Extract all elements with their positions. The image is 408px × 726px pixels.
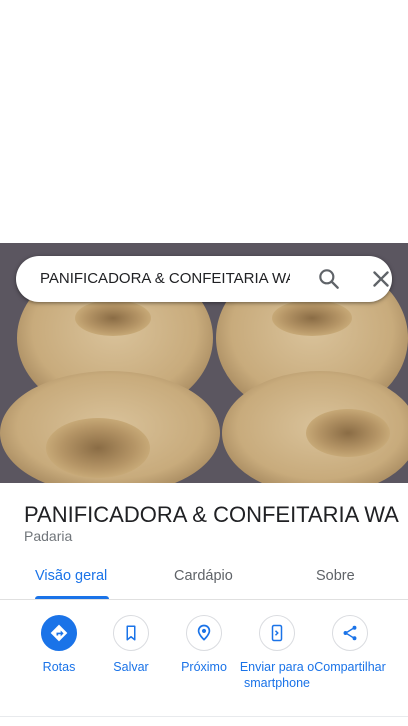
search-bar[interactable]: PANIFICADORA & CONFEITARIA WA	[16, 256, 392, 302]
bookmark-icon	[113, 615, 149, 651]
share-button[interactable]: Compartilhar	[312, 615, 388, 675]
send-to-phone-icon	[259, 615, 295, 651]
save-label: Salvar	[113, 660, 149, 674]
active-tab-indicator	[35, 596, 109, 599]
nearby-label: Próximo	[181, 660, 227, 674]
share-icon	[332, 615, 368, 651]
search-input[interactable]: PANIFICADORA & CONFEITARIA WA	[40, 270, 290, 287]
nearby-button[interactable]: Próximo	[166, 615, 242, 675]
save-button[interactable]: Salvar	[93, 615, 169, 675]
place-title: PANIFICADORA & CONFEITARIA WA	[24, 502, 399, 527]
action-bar: Rotas Salvar Próximo Enviar para o smart…	[0, 601, 408, 717]
directions-label: Rotas	[42, 660, 76, 674]
map-blank-area	[0, 0, 408, 243]
send-to-phone-label: Enviar para o smartphone	[239, 660, 315, 690]
search-icon[interactable]	[316, 266, 342, 292]
tab-bar: Visão geral Cardápio Sobre	[0, 556, 408, 600]
directions-icon	[41, 615, 77, 651]
tab-overview[interactable]: Visão geral	[35, 568, 107, 584]
directions-button[interactable]: Rotas	[21, 615, 97, 675]
close-icon[interactable]	[368, 266, 394, 292]
send-to-phone-button[interactable]: Enviar para o smartphone	[239, 615, 315, 691]
nearby-icon	[186, 615, 222, 651]
share-label: Compartilhar	[314, 660, 386, 674]
tab-about[interactable]: Sobre	[316, 568, 355, 584]
place-category: Padaria	[24, 528, 73, 544]
tab-menu[interactable]: Cardápio	[174, 568, 233, 584]
